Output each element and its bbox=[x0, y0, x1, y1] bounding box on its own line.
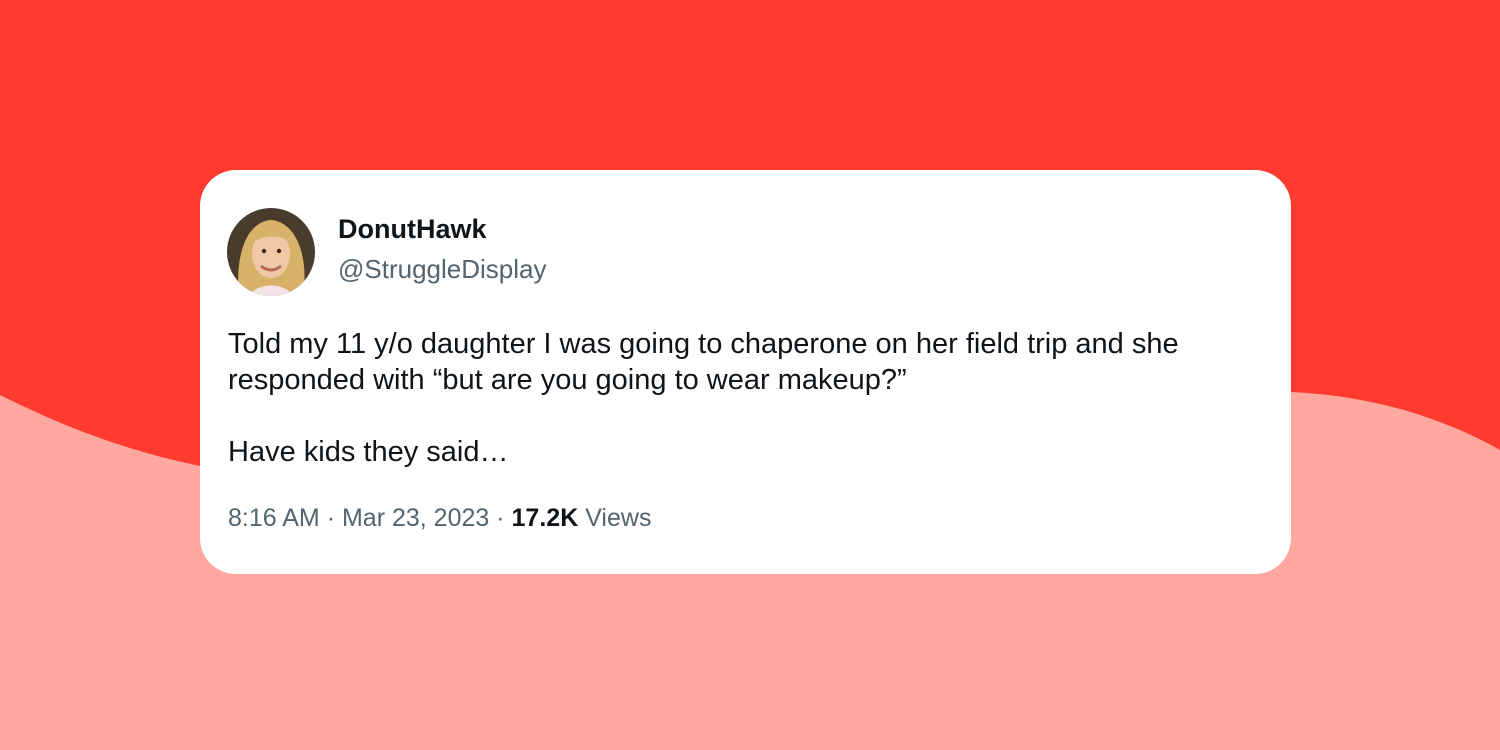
tweet-meta: 8:16 AM · Mar 23, 2023 · 17.2K Views bbox=[228, 504, 651, 533]
tweet-text-line: Told my 11 y/o daughter I was going to c… bbox=[228, 328, 1179, 396]
separator-dot: · bbox=[496, 504, 505, 532]
avatar[interactable] bbox=[227, 208, 315, 296]
tweet-text: Told my 11 y/o daughter I was going to c… bbox=[228, 326, 1273, 470]
display-name[interactable]: DonutHawk bbox=[338, 214, 487, 245]
views-label[interactable]: Views bbox=[585, 504, 651, 532]
views-count[interactable]: 17.2K bbox=[512, 504, 579, 532]
tweet-time[interactable]: 8:16 AM bbox=[228, 504, 320, 532]
tweet-date[interactable]: Mar 23, 2023 bbox=[342, 504, 489, 532]
user-handle[interactable]: @StruggleDisplay bbox=[338, 254, 546, 285]
profile-photo-icon bbox=[227, 208, 315, 296]
tweet-card[interactable]: DonutHawk @StruggleDisplay Told my 11 y/… bbox=[200, 170, 1291, 574]
tweet-text-line: Have kids they said… bbox=[228, 436, 509, 468]
separator-dot: · bbox=[326, 504, 336, 532]
